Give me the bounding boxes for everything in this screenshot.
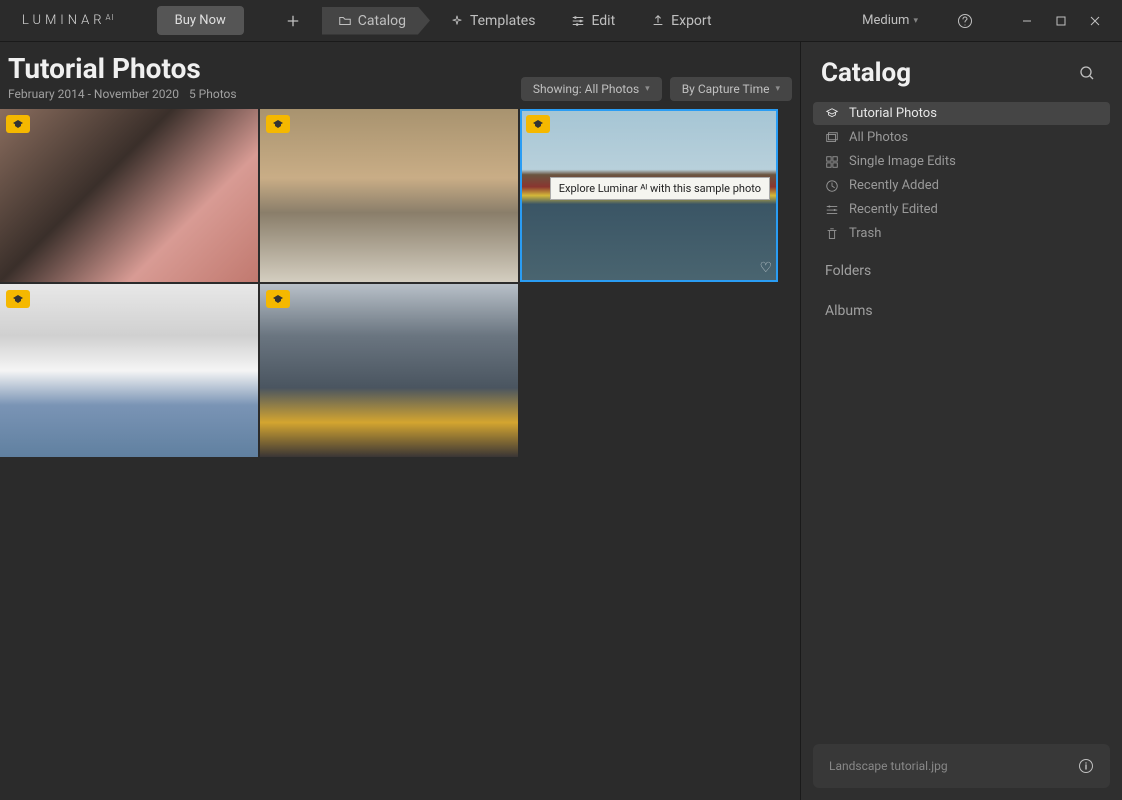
albums-section[interactable]: Albums <box>813 285 1110 325</box>
catalog-item-label: Tutorial Photos <box>849 106 937 121</box>
content-header: Tutorial Photos February 2014 - November… <box>0 42 800 107</box>
catalog-item-added[interactable]: Recently Added <box>813 174 1110 197</box>
sidebar: Catalog Tutorial Photos All Photos Singl… <box>800 42 1122 800</box>
nav-edit[interactable]: Edit <box>555 7 631 35</box>
sliders-icon <box>571 14 585 28</box>
catalog-item-label: Recently Edited <box>849 202 938 217</box>
nav-templates[interactable]: Templates <box>434 7 552 35</box>
favorite-icon[interactable]: ♡ <box>759 260 772 276</box>
app-logo: LUMINARAI <box>12 13 115 28</box>
maximize-icon <box>1055 15 1067 27</box>
tutorial-badge <box>526 115 550 133</box>
help-icon <box>957 13 973 29</box>
help-button[interactable] <box>950 9 980 33</box>
filter-showing-dropdown[interactable]: Showing: All Photos ▾ <box>521 77 662 101</box>
thumbnail[interactable] <box>260 284 518 457</box>
minimize-icon <box>1021 15 1033 27</box>
trash-icon <box>825 227 839 241</box>
tutorial-badge <box>6 115 30 133</box>
nav-tabs: Catalog Templates Edit Export <box>322 7 728 35</box>
info-button[interactable] <box>1078 758 1094 774</box>
catalog-item-trash[interactable]: Trash <box>813 222 1110 245</box>
tutorial-badge <box>6 290 30 308</box>
minimize-button[interactable] <box>1012 9 1042 33</box>
file-info-panel: Landscape tutorial.jpg <box>813 744 1110 788</box>
folders-section[interactable]: Folders <box>813 245 1110 285</box>
catalog-item-all[interactable]: All Photos <box>813 126 1110 149</box>
thumbnail[interactable] <box>0 284 258 457</box>
catalog-list: Tutorial Photos All Photos Single Image … <box>813 102 1110 245</box>
search-icon <box>1079 65 1095 81</box>
photo-count: 5 Photos <box>189 87 237 101</box>
catalog-item-single[interactable]: Single Image Edits <box>813 150 1110 173</box>
photos-icon <box>825 131 839 145</box>
add-button[interactable] <box>276 5 310 37</box>
maximize-button[interactable] <box>1046 9 1076 33</box>
thumbnail-size-dropdown[interactable]: Medium ▾ <box>862 13 918 28</box>
nav-catalog[interactable]: Catalog <box>322 7 430 35</box>
search-button[interactable] <box>1072 61 1102 85</box>
graduation-cap-icon <box>272 294 284 304</box>
buy-now-button[interactable]: Buy Now <box>157 6 244 35</box>
titlebar: LUMINARAI Buy Now Catalog Templates Edit… <box>0 0 1122 42</box>
page-title: Tutorial Photos <box>8 52 237 85</box>
date-range: February 2014 - November 2020 <box>8 87 179 101</box>
tutorial-badge <box>266 290 290 308</box>
close-icon <box>1089 15 1101 27</box>
catalog-item-label: Recently Added <box>849 178 939 193</box>
catalog-item-label: All Photos <box>849 130 908 145</box>
sidebar-title: Catalog <box>821 58 911 88</box>
thumbnail[interactable] <box>260 109 518 282</box>
chevron-down-icon: ▾ <box>645 84 650 94</box>
nav-export[interactable]: Export <box>635 7 727 35</box>
plus-icon <box>286 14 300 28</box>
close-button[interactable] <box>1080 9 1110 33</box>
thumbnail[interactable] <box>0 109 258 282</box>
info-icon <box>1078 758 1094 774</box>
tooltip: Explore Luminar ᴬᴵ with this sample phot… <box>550 177 770 200</box>
thumbnail[interactable]: Explore Luminar ᴬᴵ with this sample phot… <box>520 109 778 282</box>
graduation-cap-icon <box>532 119 544 129</box>
sparkle-icon <box>450 14 464 28</box>
clock-icon <box>825 179 839 193</box>
catalog-item-label: Single Image Edits <box>849 154 956 169</box>
catalog-item-tutorial[interactable]: Tutorial Photos <box>813 102 1110 125</box>
main-area: Tutorial Photos February 2014 - November… <box>0 42 1122 800</box>
folder-icon <box>338 14 352 28</box>
graduation-cap-icon <box>825 107 839 121</box>
chevron-down-icon: ▾ <box>913 16 918 26</box>
thumbnail-grid: Explore Luminar ᴬᴵ with this sample phot… <box>0 107 800 459</box>
current-filename: Landscape tutorial.jpg <box>829 759 948 773</box>
chevron-down-icon: ▾ <box>775 84 780 94</box>
tutorial-badge <box>266 115 290 133</box>
graduation-cap-icon <box>272 119 284 129</box>
content-panel: Tutorial Photos February 2014 - November… <box>0 42 800 800</box>
sort-dropdown[interactable]: By Capture Time ▾ <box>670 77 792 101</box>
grid-icon <box>825 155 839 169</box>
graduation-cap-icon <box>12 294 24 304</box>
sliders-icon <box>825 203 839 217</box>
window-controls <box>1012 9 1110 33</box>
graduation-cap-icon <box>12 119 24 129</box>
export-icon <box>651 14 665 28</box>
catalog-item-edited[interactable]: Recently Edited <box>813 198 1110 221</box>
catalog-item-label: Trash <box>849 226 881 241</box>
sidebar-header: Catalog <box>813 54 1110 102</box>
